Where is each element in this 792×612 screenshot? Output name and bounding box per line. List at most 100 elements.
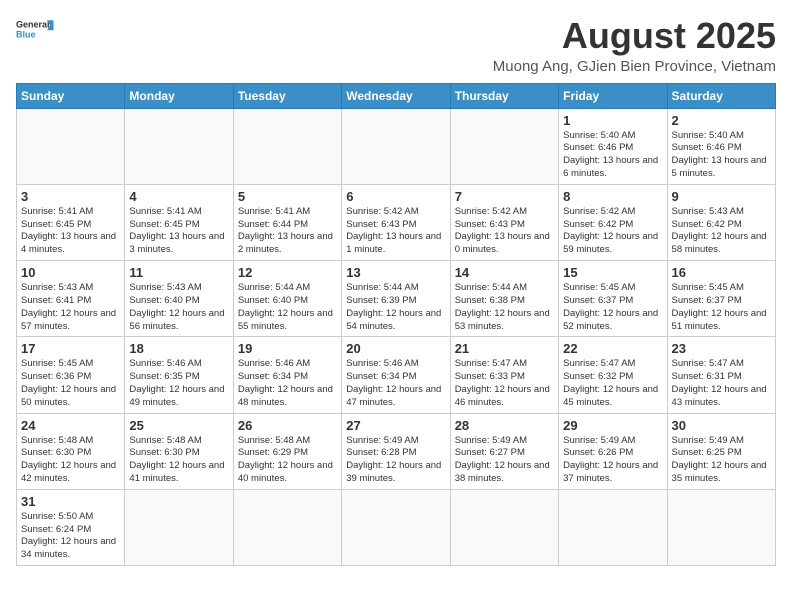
day-info: Sunrise: 5:41 AM Sunset: 6:44 PM Dayligh… [238,206,337,257]
title-area: August 2025 Muong Ang, GJien Bien Provin… [493,16,776,75]
day-header-monday: Monday [125,83,233,108]
day-info: Sunrise: 5:43 AM Sunset: 6:40 PM Dayligh… [129,282,228,333]
svg-text:Blue: Blue [16,29,36,39]
day-info: Sunrise: 5:46 AM Sunset: 6:34 PM Dayligh… [346,358,445,409]
calendar-cell [342,489,450,565]
day-info: Sunrise: 5:44 AM Sunset: 6:39 PM Dayligh… [346,282,445,333]
calendar-cell: 27 Sunrise: 5:49 AM Sunset: 6:28 PM Dayli… [342,413,450,489]
calendar-cell: 17 Sunrise: 5:45 AM Sunset: 6:36 PM Dayli… [17,337,125,413]
day-number: 17 [21,341,120,356]
day-header-tuesday: Tuesday [233,83,341,108]
day-info: Sunrise: 5:48 AM Sunset: 6:30 PM Dayligh… [21,435,120,486]
calendar-cell: 20 Sunrise: 5:46 AM Sunset: 6:34 PM Dayli… [342,337,450,413]
day-info: Sunrise: 5:41 AM Sunset: 6:45 PM Dayligh… [21,206,120,257]
day-number: 14 [455,265,554,280]
day-number: 6 [346,189,445,204]
day-number: 12 [238,265,337,280]
day-info: Sunrise: 5:40 AM Sunset: 6:46 PM Dayligh… [672,130,771,181]
calendar-cell: 24 Sunrise: 5:48 AM Sunset: 6:30 PM Dayli… [17,413,125,489]
day-info: Sunrise: 5:50 AM Sunset: 6:24 PM Dayligh… [21,511,120,562]
day-number: 20 [346,341,445,356]
calendar-cell: 1Sunrise: 5:40 AM Sunset: 6:46 PM Daylig… [559,108,667,184]
calendar-cell [17,108,125,184]
calendar-cell [450,108,558,184]
calendar-cell: 30 Sunrise: 5:49 AM Sunset: 6:25 PM Dayli… [667,413,775,489]
calendar-cell: 28 Sunrise: 5:49 AM Sunset: 6:27 PM Dayli… [450,413,558,489]
day-info: Sunrise: 5:42 AM Sunset: 6:43 PM Dayligh… [346,206,445,257]
calendar-cell: 18 Sunrise: 5:46 AM Sunset: 6:35 PM Dayli… [125,337,233,413]
day-header-wednesday: Wednesday [342,83,450,108]
page-header: General Blue August 2025 Muong Ang, GJie… [16,16,776,75]
calendar-cell [450,489,558,565]
calendar-cell: 15Sunrise: 5:45 AM Sunset: 6:37 PM Dayli… [559,261,667,337]
calendar-cell [667,489,775,565]
day-info: Sunrise: 5:42 AM Sunset: 6:42 PM Dayligh… [563,206,662,257]
day-info: Sunrise: 5:49 AM Sunset: 6:27 PM Dayligh… [455,435,554,486]
calendar-header: SundayMondayTuesdayWednesdayThursdayFrid… [17,83,776,108]
calendar-cell: 19 Sunrise: 5:46 AM Sunset: 6:34 PM Dayli… [233,337,341,413]
day-info: Sunrise: 5:49 AM Sunset: 6:25 PM Dayligh… [672,435,771,486]
calendar-cell: 2 Sunrise: 5:40 AM Sunset: 6:46 PM Daylig… [667,108,775,184]
calendar-cell: 11 Sunrise: 5:43 AM Sunset: 6:40 PM Dayli… [125,261,233,337]
day-number: 21 [455,341,554,356]
day-info: Sunrise: 5:48 AM Sunset: 6:30 PM Dayligh… [129,435,228,486]
day-number: 11 [129,265,228,280]
day-info: Sunrise: 5:41 AM Sunset: 6:45 PM Dayligh… [129,206,228,257]
calendar-cell: 7Sunrise: 5:42 AM Sunset: 6:43 PM Daylig… [450,184,558,260]
day-info: Sunrise: 5:47 AM Sunset: 6:31 PM Dayligh… [672,358,771,409]
day-header-sunday: Sunday [17,83,125,108]
calendar-cell: 31 Sunrise: 5:50 AM Sunset: 6:24 PM Dayli… [17,489,125,565]
day-info: Sunrise: 5:46 AM Sunset: 6:34 PM Dayligh… [238,358,337,409]
calendar-cell: 4Sunrise: 5:41 AM Sunset: 6:45 PM Daylig… [125,184,233,260]
calendar-cell [233,108,341,184]
day-info: Sunrise: 5:46 AM Sunset: 6:35 PM Dayligh… [129,358,228,409]
calendar-cell [342,108,450,184]
logo: General Blue [16,16,56,44]
day-number: 18 [129,341,228,356]
calendar-cell: 12 Sunrise: 5:44 AM Sunset: 6:40 PM Dayli… [233,261,341,337]
calendar-cell: 8 Sunrise: 5:42 AM Sunset: 6:42 PM Daylig… [559,184,667,260]
day-number: 16 [672,265,771,280]
day-number: 30 [672,418,771,433]
day-info: Sunrise: 5:47 AM Sunset: 6:33 PM Dayligh… [455,358,554,409]
day-header-saturday: Saturday [667,83,775,108]
day-number: 5 [238,189,337,204]
day-number: 28 [455,418,554,433]
day-info: Sunrise: 5:45 AM Sunset: 6:36 PM Dayligh… [21,358,120,409]
day-info: Sunrise: 5:48 AM Sunset: 6:29 PM Dayligh… [238,435,337,486]
calendar-cell: 14 Sunrise: 5:44 AM Sunset: 6:38 PM Dayli… [450,261,558,337]
calendar-cell: 22 Sunrise: 5:47 AM Sunset: 6:32 PM Dayli… [559,337,667,413]
location-subtitle: Muong Ang, GJien Bien Province, Vietnam [493,58,776,75]
day-number: 2 [672,113,771,128]
generalblue-logo-icon: General Blue [16,16,56,44]
month-year-title: August 2025 [493,16,776,56]
calendar-cell: 9Sunrise: 5:43 AM Sunset: 6:42 PM Daylig… [667,184,775,260]
calendar-cell [125,108,233,184]
day-number: 29 [563,418,662,433]
day-number: 24 [21,418,120,433]
day-info: Sunrise: 5:45 AM Sunset: 6:37 PM Dayligh… [563,282,662,333]
day-info: Sunrise: 5:49 AM Sunset: 6:28 PM Dayligh… [346,435,445,486]
calendar-cell: 25 Sunrise: 5:48 AM Sunset: 6:30 PM Dayli… [125,413,233,489]
day-number: 19 [238,341,337,356]
day-number: 22 [563,341,662,356]
day-number: 26 [238,418,337,433]
day-number: 7 [455,189,554,204]
day-number: 23 [672,341,771,356]
day-header-friday: Friday [559,83,667,108]
calendar-cell: 10Sunrise: 5:43 AM Sunset: 6:41 PM Dayli… [17,261,125,337]
day-info: Sunrise: 5:44 AM Sunset: 6:40 PM Dayligh… [238,282,337,333]
calendar-cell: 6 Sunrise: 5:42 AM Sunset: 6:43 PM Daylig… [342,184,450,260]
day-number: 8 [563,189,662,204]
day-number: 27 [346,418,445,433]
day-number: 25 [129,418,228,433]
day-info: Sunrise: 5:44 AM Sunset: 6:38 PM Dayligh… [455,282,554,333]
day-info: Sunrise: 5:49 AM Sunset: 6:26 PM Dayligh… [563,435,662,486]
day-number: 10 [21,265,120,280]
day-info: Sunrise: 5:47 AM Sunset: 6:32 PM Dayligh… [563,358,662,409]
calendar-cell [233,489,341,565]
day-number: 31 [21,494,120,509]
calendar-cell [125,489,233,565]
calendar-cell: 5 Sunrise: 5:41 AM Sunset: 6:44 PM Daylig… [233,184,341,260]
calendar-cell: 23 Sunrise: 5:47 AM Sunset: 6:31 PM Dayli… [667,337,775,413]
